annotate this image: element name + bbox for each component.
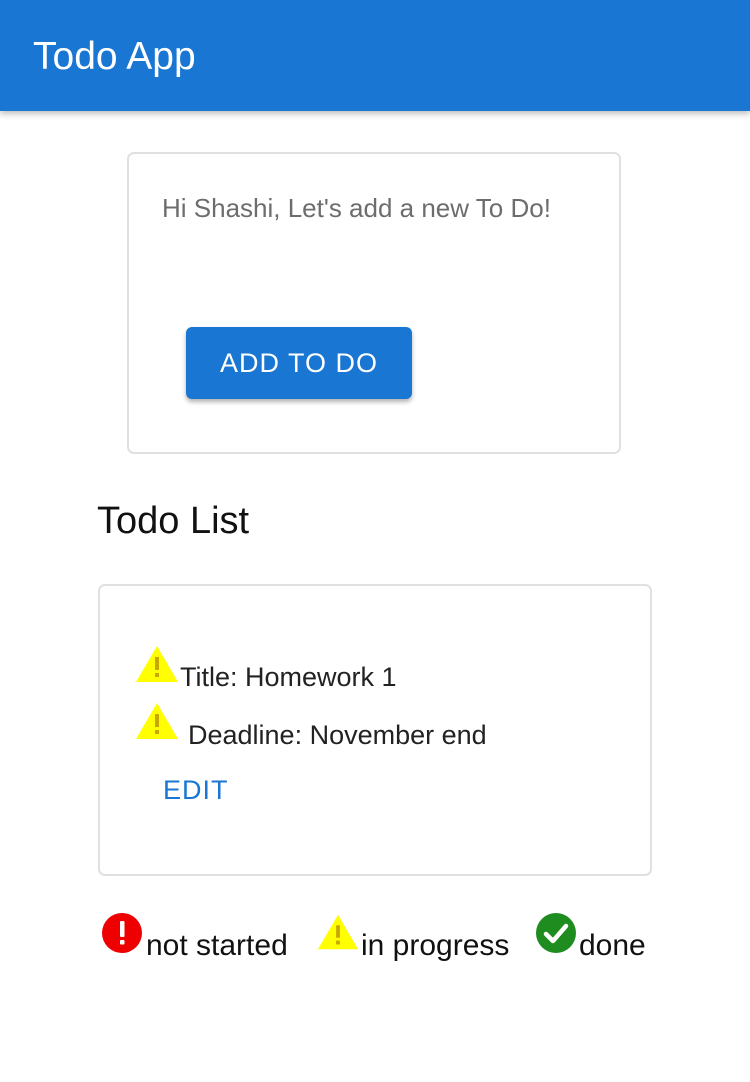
todo-list-heading: Todo List	[97, 500, 250, 542]
app-title: Todo App	[33, 35, 196, 78]
todo-title: Title: Homework 1	[180, 662, 397, 692]
todo-item-card: Title: Homework 1 Deadline: November end…	[98, 584, 652, 876]
status-legend: not started in progress done	[101, 910, 701, 970]
legend-label-done: done	[579, 929, 646, 962]
check-circle-icon	[536, 913, 576, 953]
todo-deadline: Deadline: November end	[188, 720, 487, 750]
app-bar: Todo App	[0, 0, 750, 111]
add-todo-card: Hi Shashi, Let's add a new To Do! ADD TO…	[127, 152, 621, 454]
edit-todo-button[interactable]: EDIT	[163, 774, 229, 806]
warning-triangle-icon	[136, 646, 178, 682]
legend-label-in-progress: in progress	[361, 929, 510, 962]
legend-label-not-started: not started	[146, 929, 288, 962]
warning-triangle-icon	[136, 703, 178, 739]
error-circle-icon	[102, 913, 142, 953]
greeting-text: Hi Shashi, Let's add a new To Do!	[162, 193, 551, 223]
warning-triangle-icon	[317, 914, 359, 950]
add-todo-button[interactable]: ADD TO DO	[186, 327, 412, 399]
